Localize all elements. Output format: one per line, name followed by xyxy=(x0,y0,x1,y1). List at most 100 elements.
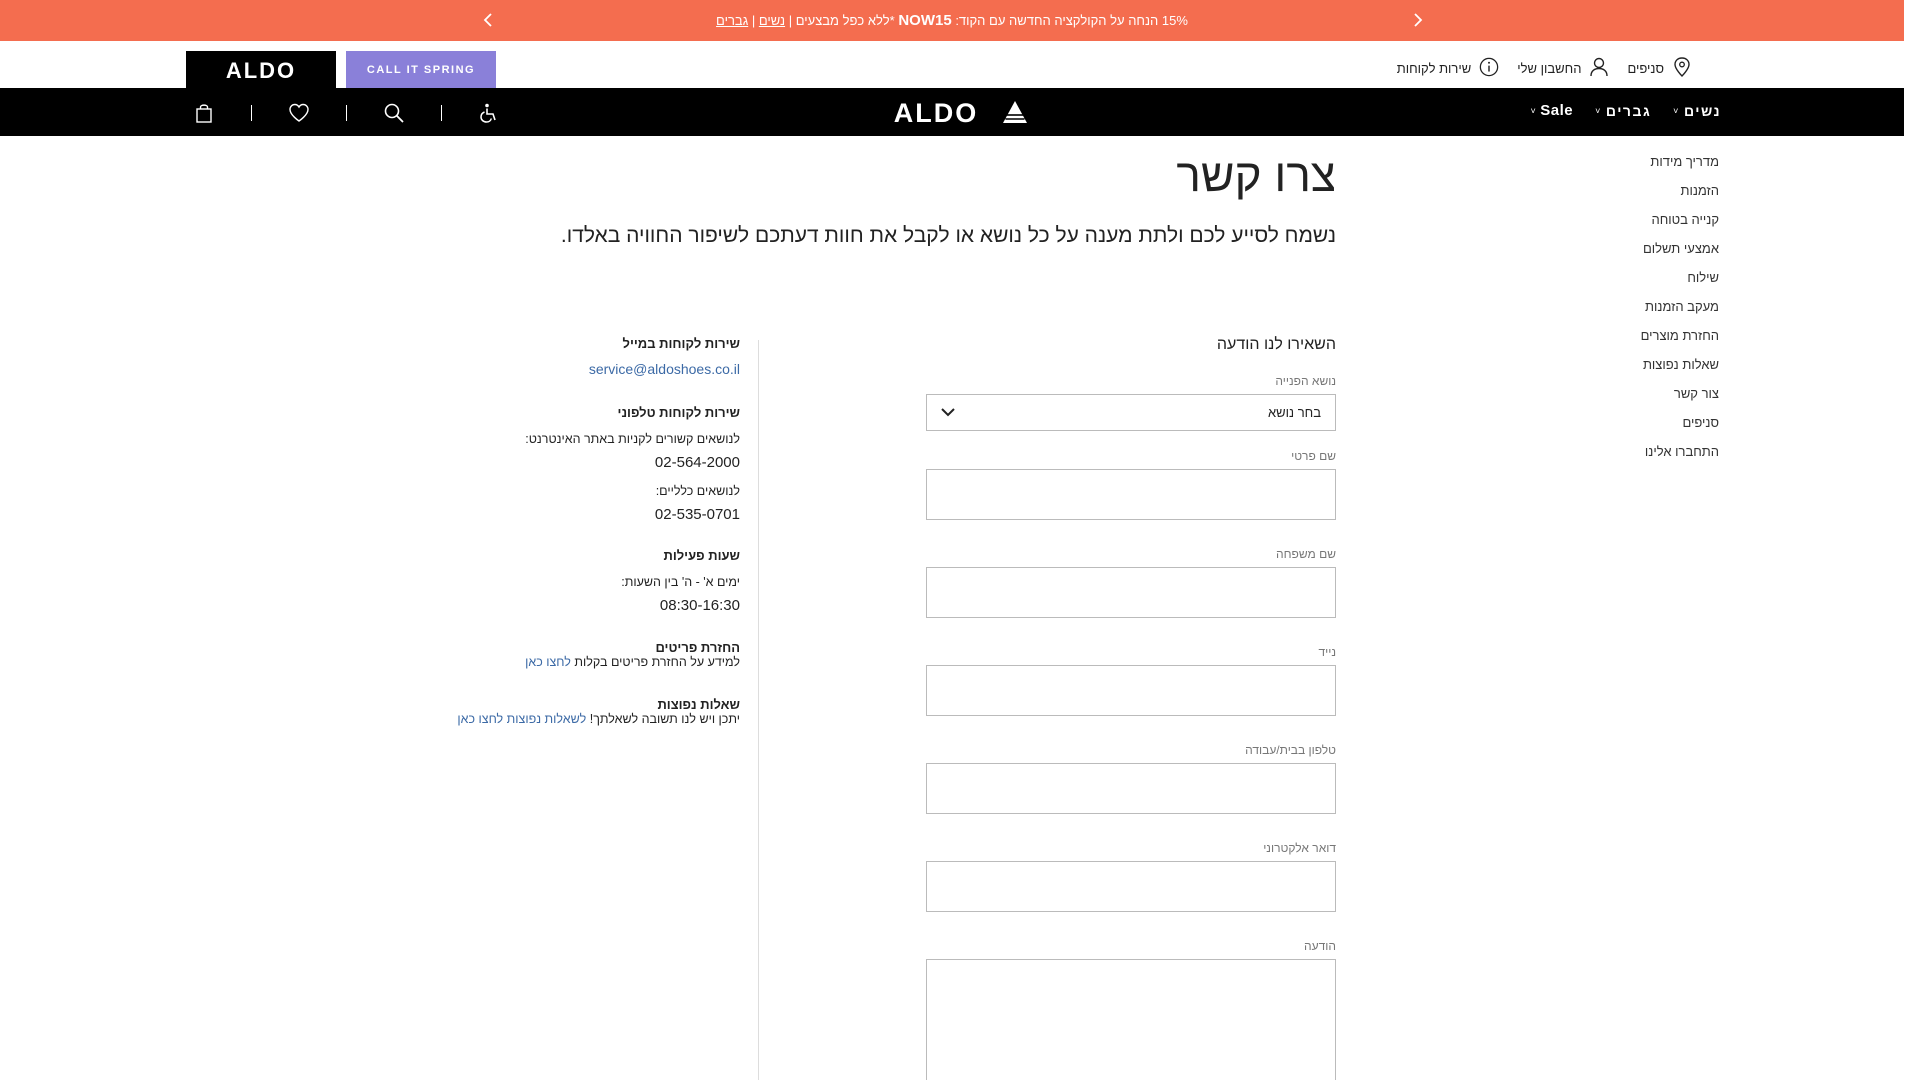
online-phone: 02-564-2000 xyxy=(654,454,740,471)
email-input[interactable] xyxy=(926,861,1336,912)
search-icon[interactable] xyxy=(380,99,408,127)
phone-input[interactable] xyxy=(926,763,1336,814)
promo-code: NOW15 xyxy=(898,12,952,29)
side-menu-item[interactable]: הזמנות xyxy=(1641,176,1719,205)
side-menu-item[interactable]: שילוח xyxy=(1641,263,1719,292)
bag-icon[interactable] xyxy=(190,99,218,127)
hours-value: 08:30-16:30 xyxy=(659,597,740,614)
service-email-link[interactable]: service@aldoshoes.co.il xyxy=(589,361,740,377)
message-label: הודעה xyxy=(1304,939,1336,953)
subject-label: נושא הפנייה xyxy=(1275,374,1336,388)
page-subtitle: נשמח לסייע לכם ולתת מענה על כל נושא או ל… xyxy=(560,224,1336,247)
side-menu-item[interactable]: מעקב הזמנות xyxy=(1641,292,1719,321)
phone-heading: שירות לקוחות טלפוני xyxy=(617,405,740,420)
side-menu-item[interactable]: מדריך מידות xyxy=(1641,147,1719,176)
promo-text-suffix: *ללא כפל מבצעים | xyxy=(788,13,895,28)
mobile-input[interactable] xyxy=(926,665,1336,716)
promo-divider: | xyxy=(751,13,756,28)
last-name-label: שם משפחה xyxy=(1276,547,1336,561)
faq-text: יתכן ויש לנו תשובה לשאלתך! xyxy=(589,712,740,726)
customer-service-link[interactable]: שירות לקוחות xyxy=(1397,56,1500,81)
chevron-down-icon: ˅ xyxy=(1530,105,1537,116)
subject-select[interactable]: בחר נושא xyxy=(926,394,1336,431)
brand-spring-label: CALL IT SPRING xyxy=(366,64,476,76)
chevron-down-icon: ˅ xyxy=(1595,105,1602,116)
info-icon xyxy=(1479,56,1499,81)
faq-link[interactable]: לשאלות נפוצות לחצו כאן xyxy=(457,712,586,726)
brand-aldo-label: ALDO xyxy=(226,59,296,81)
faq-text-line: יתכן ויש לנו תשובה לשאלתך! לשאלות נפוצות… xyxy=(457,712,740,726)
promo-link-men[interactable]: גברים xyxy=(716,13,748,28)
heart-icon[interactable] xyxy=(285,99,313,127)
stores-label: סניפים xyxy=(1627,61,1664,76)
general-label: לנושאים כלליים: xyxy=(655,484,740,498)
nav-logo-text: ALDO xyxy=(894,99,979,125)
returns-text-line: למידע על החזרת פריטים בקלות לחצו כאן xyxy=(457,655,740,669)
nav-women-label: נשים xyxy=(1683,102,1721,119)
nav-women[interactable]: נשים ˅ xyxy=(1673,102,1721,119)
stores-link[interactable]: סניפים xyxy=(1627,56,1692,81)
customer-service-label: שירות לקוחות xyxy=(1396,61,1472,76)
page-title: צרו קשר xyxy=(1176,149,1336,201)
subject-select-value: בחר נושא xyxy=(1268,405,1321,420)
nav-divider xyxy=(441,105,442,121)
phone-label: טלפון בבית/עבודה xyxy=(1245,743,1336,757)
form-title: השאירו לנו הודעה xyxy=(1216,336,1336,353)
category-menu: נשים ˅ גברים ˅ Sale ˅ xyxy=(1531,102,1721,119)
nav-divider xyxy=(346,105,347,121)
promo-bar: 15% הנחה על הקולקציה החדשה עם הקוד: NOW1… xyxy=(0,0,1904,41)
brand-tab-call-it-spring[interactable]: CALL IT SPRING xyxy=(346,51,496,89)
faq-heading: שאלות נפוצות xyxy=(657,697,740,712)
aldo-triangle-icon xyxy=(1003,101,1027,123)
side-menu-item[interactable]: קנייה בטוחה xyxy=(1641,205,1719,234)
promo-text-prefix: 15% הנחה על הקולקציה החדשה עם הקוד: xyxy=(955,13,1188,28)
hours-label: ימים א' - ה' בין השעות: xyxy=(621,575,740,589)
last-name-input[interactable] xyxy=(926,567,1336,618)
contact-info: שירות לקוחות במייל service@aldoshoes.co.… xyxy=(457,336,740,726)
accessibility-icon[interactable] xyxy=(475,99,503,127)
side-menu-item[interactable]: סניפים xyxy=(1641,408,1719,437)
side-menu-item[interactable]: צור קשר xyxy=(1641,379,1719,408)
main-nav: נשים ˅ גברים ˅ Sale ˅ ALDO xyxy=(0,88,1904,136)
email-heading: שירות לקוחות במייל xyxy=(622,336,740,351)
nav-men[interactable]: גברים ˅ xyxy=(1595,102,1651,119)
hours-heading: שעות פעילות xyxy=(663,548,741,563)
first-name-label: שם פרטי xyxy=(1291,449,1336,463)
location-pin-icon xyxy=(1672,56,1692,81)
general-phone: 02-535-0701 xyxy=(654,506,740,523)
mobile-label: נייד xyxy=(1318,645,1336,659)
returns-link[interactable]: לחצו כאן xyxy=(525,655,571,669)
returns-text: למידע על החזרת פריטים בקלות xyxy=(574,655,740,669)
nav-sale[interactable]: Sale ˅ xyxy=(1531,102,1574,119)
nav-icons xyxy=(190,99,503,127)
email-label: דואר אלקטרוני xyxy=(1263,841,1336,855)
nav-divider xyxy=(251,105,252,121)
account-link[interactable]: החשבון שלי xyxy=(1517,56,1609,81)
chevron-right-icon[interactable] xyxy=(1406,8,1430,32)
side-menu-item[interactable]: שאלות נפוצות xyxy=(1641,350,1719,379)
message-textarea[interactable] xyxy=(926,959,1336,1080)
contact-form: השאירו לנו הודעה נושא הפנייה בחר נושא שם… xyxy=(926,336,1336,1080)
side-menu-item[interactable]: התחברו אלינו xyxy=(1641,437,1719,466)
nav-men-label: גברים xyxy=(1605,102,1652,119)
chevron-down-icon: ˅ xyxy=(1673,105,1680,116)
side-menu-item[interactable]: החזרת מוצרים xyxy=(1641,321,1719,350)
promo-link-women[interactable]: נשים xyxy=(759,13,785,28)
site-logo[interactable]: ALDO xyxy=(880,99,1028,125)
user-icon xyxy=(1589,56,1609,81)
promo-text: 15% הנחה על הקולקציה החדשה עם הקוד: NOW1… xyxy=(0,12,1904,29)
aldo-wordmark-icon: ALDO xyxy=(894,99,979,125)
account-label: החשבון שלי xyxy=(1517,61,1582,76)
returns-heading: החזרת פריטים xyxy=(655,640,740,655)
side-menu: מדריך מידות הזמנות קנייה בטוחה אמצעי תשל… xyxy=(1641,147,1719,466)
chevron-down-icon xyxy=(941,405,955,420)
column-divider xyxy=(758,340,759,1080)
aldo-logo-icon: ALDO xyxy=(226,59,296,81)
side-menu-item[interactable]: אמצעי תשלום xyxy=(1641,234,1719,263)
utility-links: סניפים החשבון שלי שירות לקוחות xyxy=(1397,56,1692,81)
brand-tab-aldo[interactable]: ALDO xyxy=(186,51,336,89)
online-label: לנושאים קשורים לקניות באתר האינטרנט: xyxy=(525,432,740,446)
utility-bar: ALDO CALL IT SPRING סניפים החשבון שלי שי… xyxy=(0,41,1904,89)
first-name-input[interactable] xyxy=(926,469,1336,520)
nav-sale-label: Sale xyxy=(1540,102,1574,119)
